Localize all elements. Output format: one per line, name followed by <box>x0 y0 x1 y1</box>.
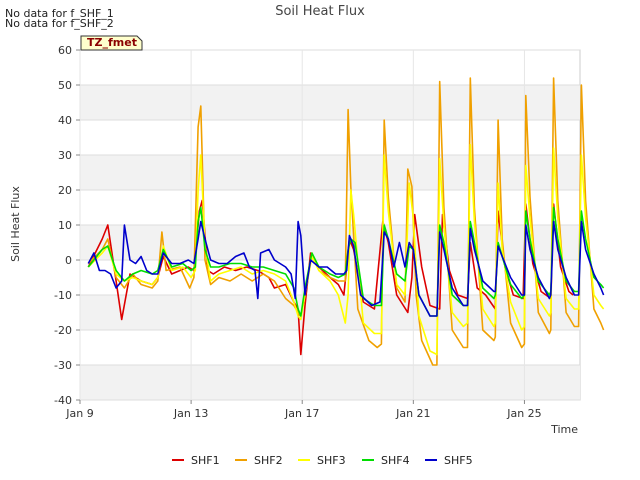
y-tick-label: 0 <box>65 254 72 267</box>
y-tick-label: 30 <box>58 149 72 162</box>
y-axis-title: Soil Heat Flux <box>9 186 22 262</box>
legend-label-shf3: SHF3 <box>317 454 346 467</box>
y-tick-label: -10 <box>54 289 72 302</box>
legend: SHF1 SHF2 SHF3 SHF4 SHF5 <box>172 454 473 467</box>
x-tick-label: Jan 13 <box>173 407 208 420</box>
plot-band <box>80 295 580 330</box>
legend-label-shf1: SHF1 <box>191 454 220 467</box>
y-tick-label: -20 <box>54 324 72 337</box>
y-tick-label: -30 <box>54 359 72 372</box>
legend-label-shf2: SHF2 <box>254 454 283 467</box>
y-tick-label: 60 <box>58 44 72 57</box>
y-tick-label: 20 <box>58 184 72 197</box>
tz-badge-label: TZ_fmet <box>87 36 137 49</box>
x-tick-label: Jan 25 <box>506 407 541 420</box>
chart-title: Soil Heat Flux <box>275 4 365 19</box>
y-axis-ticks: -40 -30 -20 -10 0 10 20 30 40 50 60 <box>54 44 80 407</box>
x-axis-title: Time <box>550 423 578 436</box>
tz-badge: TZ_fmet <box>80 35 143 51</box>
plot-band <box>80 85 580 120</box>
x-tick-label: Jan 9 <box>65 407 93 420</box>
legend-label-shf4: SHF4 <box>381 454 410 467</box>
legend-label-shf5: SHF5 <box>444 454 473 467</box>
y-tick-label: 10 <box>58 219 72 232</box>
plot-band <box>80 155 580 190</box>
plot-band <box>80 225 580 260</box>
soil-heat-flux-chart: -40-30-20-100102030405060 Jan 9 Jan 13 Jan… <box>9 4 605 467</box>
y-tick-label: -40 <box>54 394 72 407</box>
y-tick-label: 40 <box>58 114 72 127</box>
x-axis-ticks: Jan 9 Jan 13 Jan 17 Jan 21 Jan 25 <box>65 400 542 420</box>
plot-band <box>80 365 580 400</box>
x-tick-label: Jan 21 <box>395 407 430 420</box>
y-tick-label: 50 <box>58 79 72 92</box>
x-tick-label: Jan 17 <box>284 407 319 420</box>
